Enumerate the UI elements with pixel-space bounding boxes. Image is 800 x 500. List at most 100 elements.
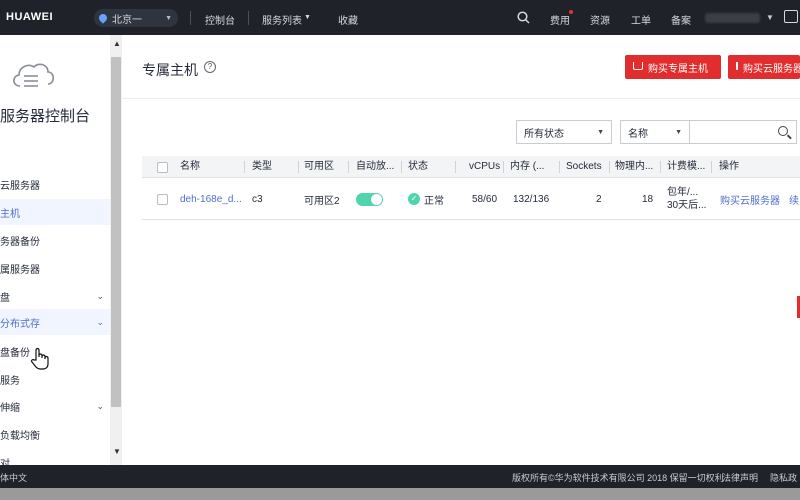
- nav-service-list[interactable]: 服务列表: [262, 12, 302, 27]
- host-physical-memory: 18: [642, 193, 654, 205]
- sidebar-item-label: 属服务器: [0, 264, 40, 276]
- region-selector[interactable]: 北京一 ▼: [94, 9, 178, 27]
- column-header[interactable]: 物理内...: [615, 156, 655, 178]
- toggle-switch[interactable]: [356, 192, 383, 206]
- help-icon[interactable]: ?: [204, 61, 216, 73]
- buy-ecs-link[interactable]: 购买云服务器: [720, 178, 780, 220]
- divider: [503, 161, 504, 173]
- legal-link[interactable]: 法律声明: [722, 471, 758, 484]
- cart-icon: [633, 62, 643, 70]
- divider: [122, 98, 800, 99]
- privacy-link[interactable]: 隐私政: [770, 471, 797, 484]
- divider: [660, 161, 661, 173]
- notification-dot: [569, 10, 573, 14]
- top-nav-bar: HUAWEI 北京一 ▼ 控制台 服务列表 ▼ 收藏 费用 资源 工单 备案 ▼: [0, 0, 800, 35]
- table-header: 名称 类型 可用区 自动放... 状态 vCPUs 内存 (... Socket…: [142, 156, 800, 178]
- main-content: 专属主机 ? 购买专属主机 购买云服务器 所有状态 ▼ 名称 ▼ 名称 类型 可…: [122, 35, 800, 465]
- status-label: 正常: [424, 195, 444, 207]
- scroll-down-icon[interactable]: ▼: [113, 447, 121, 456]
- message-icon[interactable]: [784, 10, 798, 23]
- footer: 体中文 版权所有©华为软件技术有限公司 2018 保留一切权利 法律声明 隐私政: [0, 465, 800, 488]
- search-icon[interactable]: [517, 11, 530, 24]
- sidebar-item-disk[interactable]: 盘 ⌄: [0, 283, 110, 309]
- auto-placement-toggle[interactable]: [356, 178, 383, 220]
- select-all-checkbox[interactable]: [157, 162, 168, 173]
- chevron-down-icon: ▼: [597, 128, 604, 136]
- field-filter-select[interactable]: 名称 ▼: [620, 120, 690, 144]
- buy-dedicated-host-button[interactable]: 购买专属主机: [625, 55, 721, 79]
- sidebar-item-bms[interactable]: 属服务器: [0, 255, 110, 281]
- divider: [711, 161, 712, 173]
- column-header[interactable]: vCPUs: [469, 156, 500, 178]
- host-sockets: 2: [596, 193, 602, 205]
- host-name-link[interactable]: deh-168e_d...: [180, 178, 242, 220]
- column-header[interactable]: 状态: [408, 156, 428, 178]
- cart-icon: [736, 62, 738, 70]
- host-vcpus: 58/60: [472, 193, 498, 205]
- nav-console[interactable]: 控制台: [205, 12, 235, 27]
- button-label: 购买云服务器: [743, 63, 800, 75]
- huawei-logo[interactable]: HUAWEI: [6, 11, 53, 23]
- column-header[interactable]: Sockets: [566, 156, 602, 178]
- nav-billing[interactable]: 费用: [550, 12, 570, 27]
- sidebar-item-label: 伸缩: [0, 402, 20, 414]
- row-checkbox[interactable]: [157, 194, 168, 205]
- sidebar-item-ecs[interactable]: 云服务器: [0, 171, 110, 197]
- sidebar-item-last[interactable]: 对: [0, 449, 110, 466]
- sidebar-item-label: 服务: [0, 375, 20, 387]
- column-header: 操作: [719, 161, 739, 172]
- divider: [455, 161, 456, 173]
- column-header[interactable]: 计费模...: [667, 156, 711, 178]
- sidebar-item-disk-backup[interactable]: 盘备份: [0, 338, 110, 364]
- host-memory: 132/136: [513, 193, 550, 205]
- buy-ecs-button[interactable]: 购买云服务器: [728, 55, 800, 79]
- username[interactable]: [705, 13, 760, 23]
- language-selector[interactable]: 体中文: [0, 471, 27, 484]
- billing-expiry: 30天后...: [667, 200, 707, 211]
- column-header[interactable]: 名称: [180, 156, 200, 178]
- nav-filing[interactable]: 备案: [671, 12, 691, 27]
- sidebar-item-dedicated-host[interactable]: 主机: [0, 199, 110, 225]
- sidebar-item-label: 分布式存: [0, 318, 40, 330]
- window-bottom-bar: [0, 488, 800, 500]
- column-header[interactable]: 可用区: [304, 156, 334, 178]
- sidebar-item-distributed-storage[interactable]: 分布式存 ⌄: [0, 309, 110, 335]
- scrollbar-thumb[interactable]: [111, 57, 121, 407]
- table-row: deh-168e_d... c3 可用区2 ✓ 正常 58/60 132/136…: [142, 178, 800, 220]
- nav-resources[interactable]: 资源: [590, 12, 610, 27]
- sidebar-item-label: 盘备份: [0, 347, 30, 359]
- check-circle-icon: ✓: [408, 193, 420, 205]
- nav-tickets[interactable]: 工单: [631, 12, 651, 27]
- sidebar-item-autoscaling[interactable]: 伸缩 ⌄: [0, 393, 110, 419]
- chevron-down-icon: ▼: [675, 128, 682, 136]
- chevron-down-icon: ⌄: [96, 316, 104, 327]
- column-header[interactable]: 类型: [252, 156, 272, 178]
- host-type: c3: [252, 193, 263, 205]
- cloud-server-icon: [13, 63, 55, 87]
- search-input[interactable]: [689, 120, 797, 144]
- billing-mode: 包年/...: [667, 187, 699, 198]
- divider: [298, 161, 299, 173]
- sidebar-item-load-balancer[interactable]: 负载均衡: [0, 421, 110, 447]
- renew-link[interactable]: 续: [789, 178, 799, 220]
- search-icon[interactable]: [778, 126, 788, 136]
- sidebar-item-label: 云服务器: [0, 180, 40, 192]
- chevron-down-icon: ⌄: [96, 290, 104, 301]
- divider: [190, 11, 191, 25]
- sidebar-item-label: 盘: [0, 292, 10, 304]
- status-filter-select[interactable]: 所有状态 ▼: [516, 120, 612, 144]
- sidebar-item-backup[interactable]: 务器备份: [0, 227, 110, 253]
- sidebar-item-label: 主机: [0, 208, 20, 220]
- sidebar-title: 服务器控制台: [0, 108, 91, 125]
- scroll-up-icon[interactable]: ▲: [113, 39, 121, 48]
- sidebar-item-label: 对: [0, 458, 10, 466]
- sidebar-item-service[interactable]: 服务: [0, 366, 110, 392]
- divider: [348, 161, 349, 173]
- sidebar-scrollbar[interactable]: ▲ ▼: [110, 35, 122, 465]
- host-status: ✓ 正常: [408, 178, 444, 220]
- sidebar-item-label: 负载均衡: [0, 430, 40, 442]
- chevron-down-icon: ⌄: [96, 400, 104, 411]
- column-header[interactable]: 内存 (...: [510, 156, 554, 178]
- nav-favorites[interactable]: 收藏: [338, 12, 358, 27]
- column-header[interactable]: 自动放...: [356, 156, 402, 178]
